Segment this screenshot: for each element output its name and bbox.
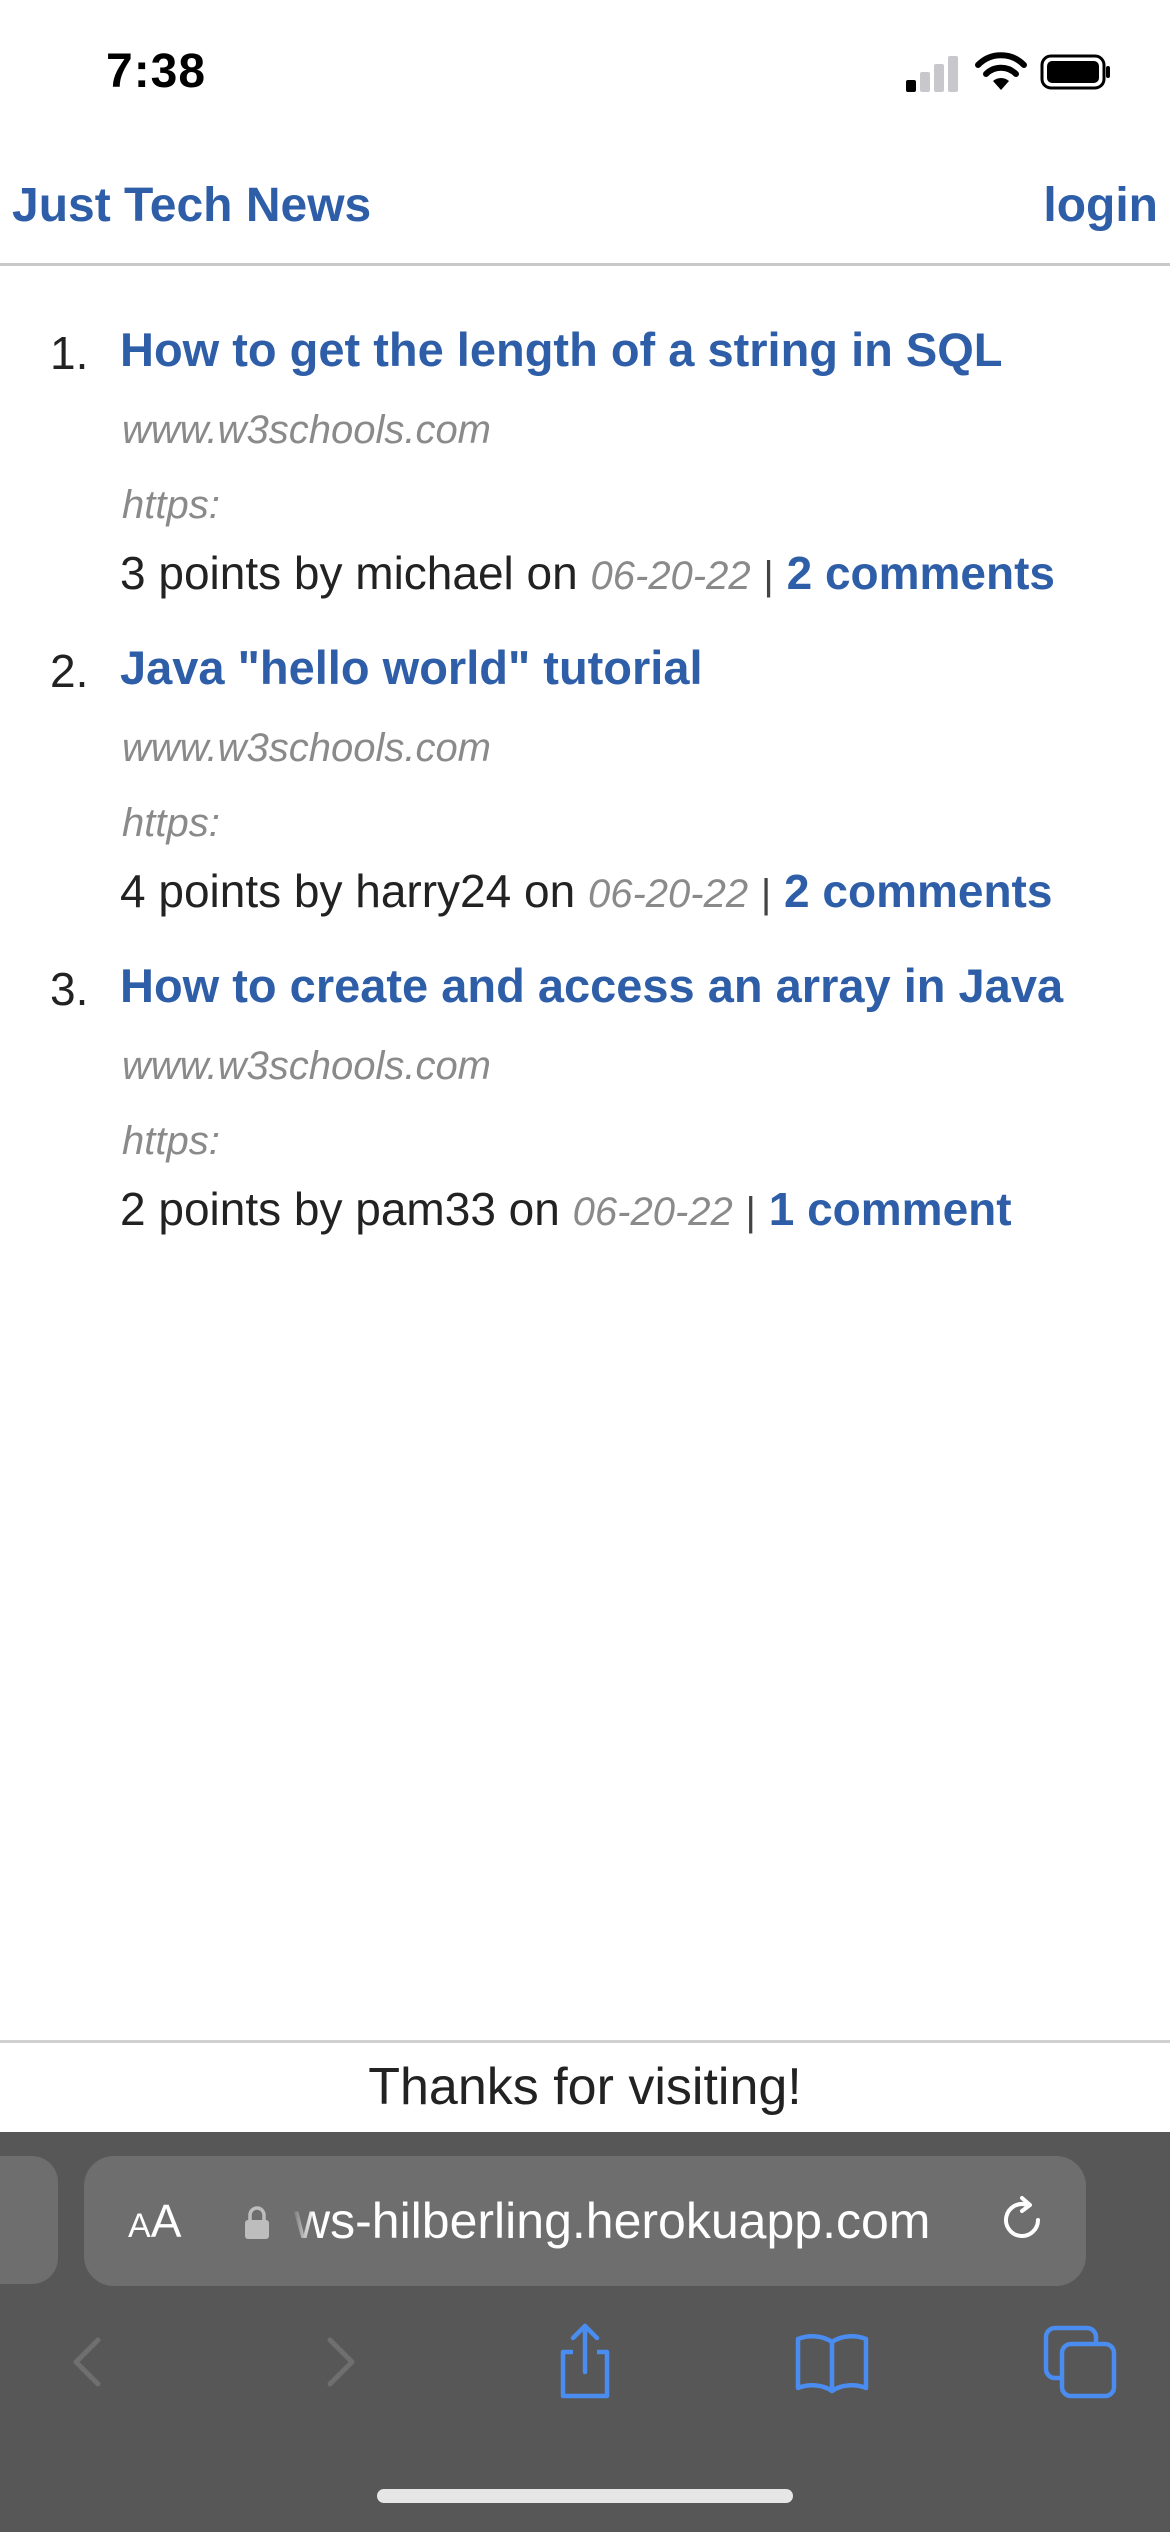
post-date: 06-20-22 (572, 1190, 733, 1234)
wifi-icon (975, 52, 1027, 90)
post-title-link[interactable]: How to get the length of a string in SQL (120, 322, 1003, 377)
list-item: 1. How to get the length of a string in … (0, 318, 1170, 636)
post-domain: www.w3schools.com (122, 726, 492, 770)
separator: | (760, 872, 772, 916)
post-number: 3. (50, 963, 89, 1015)
reload-icon[interactable] (994, 2192, 1050, 2248)
separator: | (745, 1190, 756, 1234)
login-link[interactable]: login (1043, 178, 1158, 233)
post-number: 2. (50, 645, 89, 697)
back-icon[interactable] (48, 2322, 128, 2402)
cellular-signal-icon (906, 56, 960, 92)
post-domain: www.w3schools.com (122, 408, 492, 452)
post-scheme: https: (122, 801, 220, 845)
comments-link[interactable]: 1 comment (769, 1183, 1012, 1235)
post-domain: www.w3schools.com (122, 1044, 492, 1088)
footer-text: Thanks for visiting! (368, 2058, 802, 2116)
post-scheme: https: (122, 483, 220, 527)
url-text: ws-hilberling.herokuapp.com (294, 2193, 931, 2249)
post-meta: 3 points by michael on 06-20-22 | 2 comm… (120, 546, 1055, 600)
lock-icon (245, 2206, 269, 2239)
browser-toolbar: AA ws-hilberling.herokuapp.com (0, 2132, 1170, 2532)
status-time: 7:38 (106, 45, 207, 98)
separator: | (763, 554, 774, 598)
bookmarks-icon[interactable] (792, 2322, 872, 2402)
post-date: 06-20-22 (587, 872, 749, 916)
post-points-author: 2 points by pam33 on (120, 1183, 560, 1235)
post-meta: 4 points by harry24 on 06-20-22 | 2 comm… (120, 864, 1052, 918)
home-indicator (377, 2489, 793, 2503)
post-title-link[interactable]: Java "hello world" tutorial (120, 640, 703, 695)
status-bar: 7:38 (0, 0, 1170, 150)
address-bar[interactable]: AA ws-hilberling.herokuapp.com (84, 2156, 1086, 2286)
post-number: 1. (50, 327, 89, 379)
battery-icon (1040, 54, 1110, 90)
forward-icon[interactable] (300, 2322, 380, 2402)
comments-link[interactable]: 2 comments (784, 865, 1052, 917)
comments-link[interactable]: 2 comments (787, 547, 1055, 599)
list-item: 3. How to create and access an array in … (0, 954, 1170, 1272)
post-meta: 2 points by pam33 on 06-20-22 | 1 commen… (120, 1182, 1012, 1236)
list-item: 2. Java "hello world" tutorial www.w3sch… (0, 636, 1170, 954)
reader-text-size-button[interactable]: AA (128, 2194, 181, 2248)
share-icon[interactable] (545, 2322, 625, 2402)
post-scheme: https: (122, 1119, 220, 1163)
post-list: 1. How to get the length of a string in … (0, 318, 1170, 1272)
site-footer: Thanks for visiting! (0, 2040, 1170, 2132)
site-header: Just Tech News login (0, 150, 1170, 266)
site-title-link[interactable]: Just Tech News (12, 178, 371, 233)
previous-tab-peek[interactable] (0, 2156, 58, 2284)
post-date: 06-20-22 (590, 554, 751, 598)
post-title-link[interactable]: How to create and access an array in Jav… (120, 958, 1063, 1013)
post-points-author: 4 points by harry24 on (120, 865, 576, 917)
post-points-author: 3 points by michael on (120, 547, 578, 599)
tabs-icon[interactable] (1040, 2322, 1120, 2402)
